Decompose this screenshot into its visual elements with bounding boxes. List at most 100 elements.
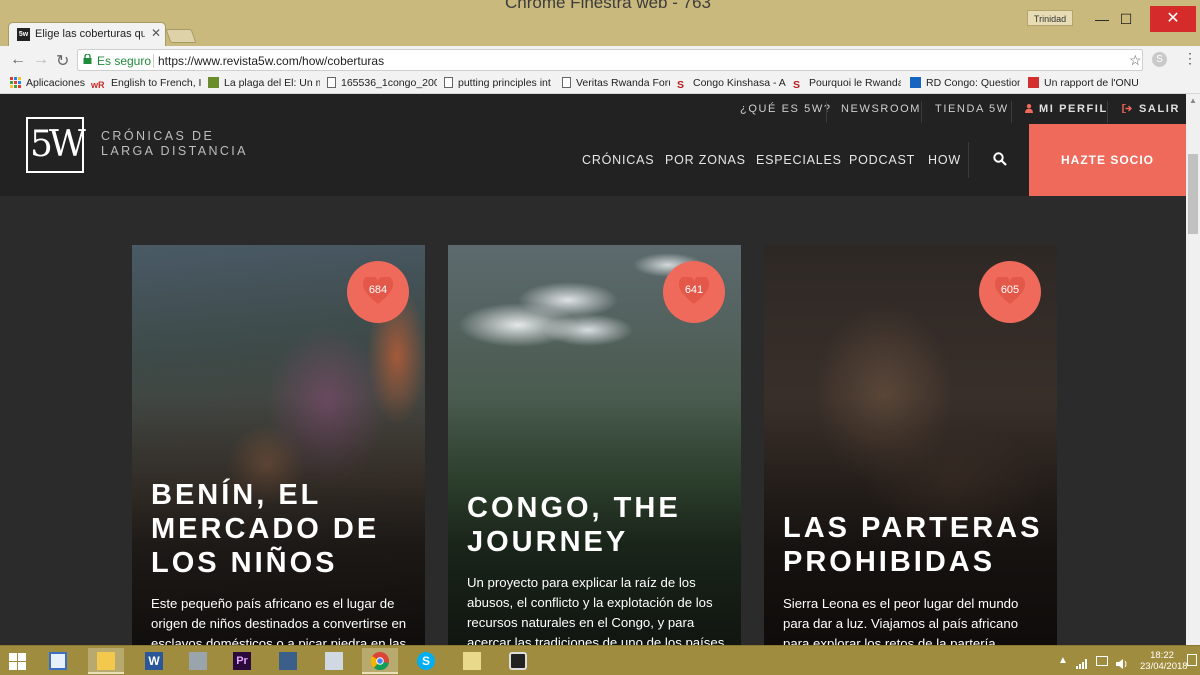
topnav-divider [1011, 101, 1012, 123]
file-explorer-icon [97, 652, 115, 670]
skype-icon: S [417, 652, 435, 670]
site-tagline: CRÓNICAS DE LARGA DISTANCIA [101, 129, 248, 159]
windows-start-icon[interactable] [9, 653, 26, 670]
card-title: BENÍN, EL MERCADO DE LOS NIÑOS [151, 479, 380, 579]
bookmarks-bar: Aplicaciones wR English to French, Ital L… [0, 74, 1200, 94]
system-clock[interactable]: 18:22 23/04/2018 [1140, 650, 1188, 672]
new-tab-button[interactable] [165, 29, 197, 43]
profile-button[interactable]: Trinidad [1027, 10, 1073, 26]
forward-arrow-icon[interactable]: → [33, 51, 49, 69]
blue-square-icon [910, 77, 921, 88]
browser-title-bar: Chrome Finestra web - 763 5w Elige las c… [0, 0, 1200, 46]
bookmark-item[interactable]: S Congo Kinshasa - A c [677, 77, 787, 90]
site-logo[interactable]: 5W [26, 117, 86, 173]
topnav-mi-perfil[interactable]: MI PERFIL [1025, 103, 1108, 115]
taskbar-app[interactable] [88, 648, 124, 674]
monitor-icon [279, 652, 297, 670]
s-icon: S [677, 79, 685, 90]
likes-badge[interactable]: 605 [979, 261, 1041, 323]
calculator-icon [189, 652, 207, 670]
rt-icon [208, 77, 219, 88]
web-page: 5W CRÓNICAS DE LARGA DISTANCIA ¿QUÉ ES 5… [0, 94, 1186, 645]
bookmark-label: La plaga del El: Un m [224, 77, 320, 89]
search-icon[interactable] [993, 152, 1007, 166]
chrome-icon [371, 652, 389, 670]
topnav-divider [921, 101, 922, 123]
bookmark-label: Aplicaciones [26, 77, 85, 89]
battery-icon[interactable] [1096, 656, 1108, 666]
hazte-socio-button[interactable]: HAZTE SOCIO [1029, 124, 1186, 196]
nav-especiales[interactable]: ESPECIALES [756, 153, 842, 167]
story-card-congo[interactable]: 641 CONGO, THE JOURNEY Un proyecto para … [448, 245, 741, 645]
skype-extension-icon[interactable]: S [1152, 52, 1167, 67]
nav-por-zonas[interactable]: POR ZONAS [665, 153, 746, 167]
taskbar: W Pr S ▲ 18:22 23/04/2018 [0, 645, 1200, 675]
card-description: Un proyecto para explicar la raíz de los… [467, 575, 725, 645]
taskbar-app[interactable]: S [408, 648, 444, 674]
network-icon[interactable] [1076, 656, 1088, 669]
topnav-newsroom[interactable]: NEWSROOM [841, 103, 921, 115]
s-icon: S [793, 79, 801, 90]
clock-date: 23/04/2018 [1140, 661, 1188, 672]
card-description: Sierra Leona es el peor lugar del mundo … [783, 596, 1019, 645]
bookmark-item[interactable]: wR English to French, Ital [91, 77, 201, 91]
likes-badge[interactable]: 684 [347, 261, 409, 323]
window-title: Chrome Finestra web - 763 [505, 0, 711, 12]
site-header: 5W CRÓNICAS DE LARGA DISTANCIA ¿QUÉ ES 5… [0, 94, 1186, 196]
topnav-que-es-5w[interactable]: ¿QUÉ ES 5W? [740, 103, 832, 115]
taskbar-app[interactable] [316, 648, 352, 674]
bookmark-label: Congo Kinshasa - A c [693, 77, 787, 89]
nav-cronicas[interactable]: CRÓNICAS [582, 153, 654, 167]
taskbar-app[interactable]: W [136, 648, 172, 674]
maximize-button[interactable]: ☐ [1106, 6, 1146, 32]
bookmark-item[interactable]: 165536_1congo_2002 [327, 77, 437, 89]
bookmark-item[interactable]: putting principles int [444, 77, 552, 89]
bookmark-item[interactable]: La plaga del El: Un m [208, 77, 320, 89]
url-input[interactable]: Es seguro https://www.revista5w.com/how/… [77, 49, 1143, 71]
tray-expand-icon[interactable]: ▲ [1058, 655, 1068, 666]
user-icon [1025, 104, 1033, 113]
taskbar-app[interactable]: Pr [224, 648, 260, 674]
bookmark-label: Veritas Rwanda Foru [576, 77, 670, 89]
story-card-benin[interactable]: 684 BENÍN, EL MERCADO DE LOS NIÑOS Este … [132, 245, 425, 645]
bookmark-item[interactable]: Aplicaciones [10, 77, 90, 89]
card-title: CONGO, THE JOURNEY [467, 492, 681, 558]
topnav-tienda[interactable]: TIENDA 5W [935, 103, 1009, 115]
bookmark-item[interactable]: RD Congo: Question [910, 77, 1020, 89]
rfi-icon [1028, 77, 1039, 88]
taskbar-app[interactable] [362, 648, 398, 674]
card-description: Este pequeño país africano es el lugar d… [151, 596, 407, 645]
topnav-salir[interactable]: SALIR [1122, 103, 1180, 115]
nav-how[interactable]: HOW [928, 153, 961, 167]
scroll-up-icon[interactable]: ▲ [1189, 96, 1197, 105]
taskbar-app[interactable] [180, 648, 216, 674]
card-title: LAS PARTERAS PROHIBIDAS [783, 512, 1043, 578]
bookmark-label: 165536_1congo_2002 [341, 77, 437, 89]
lock-icon [83, 54, 92, 64]
scroll-thumb[interactable] [1188, 154, 1198, 234]
taskbar-app[interactable] [500, 648, 536, 674]
reload-icon[interactable]: ↻ [56, 51, 69, 71]
camera-app-icon [509, 652, 527, 670]
likes-badge[interactable]: 641 [663, 261, 725, 323]
bookmark-item[interactable]: Veritas Rwanda Foru [562, 77, 670, 89]
bookmark-star-icon[interactable]: ☆ [1129, 52, 1142, 69]
volume-icon[interactable] [1116, 656, 1128, 669]
close-window-button[interactable]: ✕ [1150, 6, 1196, 32]
browser-tab[interactable]: 5w Elige las coberturas que ✕ [8, 22, 166, 46]
page-scrollbar[interactable]: ▲ [1186, 94, 1200, 645]
story-card-parteras[interactable]: 605 LAS PARTERAS PROHIBIDAS Sierra Leona… [764, 245, 1057, 645]
bookmark-label: putting principles int [458, 77, 551, 89]
nav-podcast[interactable]: PODCAST [849, 153, 915, 167]
tab-favicon-icon: 5w [17, 28, 30, 41]
browser-menu-icon[interactable]: ⋮ [1183, 50, 1197, 67]
back-arrow-icon[interactable]: ← [10, 51, 26, 69]
tagline-line-1: CRÓNICAS DE [101, 129, 215, 143]
notifications-icon[interactable] [1187, 654, 1197, 666]
taskbar-app[interactable] [270, 648, 306, 674]
taskbar-app[interactable] [40, 648, 76, 674]
bookmark-item[interactable]: S Pourquoi le Rwanda [793, 77, 901, 90]
taskbar-app[interactable] [454, 648, 490, 674]
tab-close-icon[interactable]: ✕ [151, 26, 161, 40]
bookmark-item[interactable]: Un rapport de l'ONU [1028, 77, 1138, 89]
